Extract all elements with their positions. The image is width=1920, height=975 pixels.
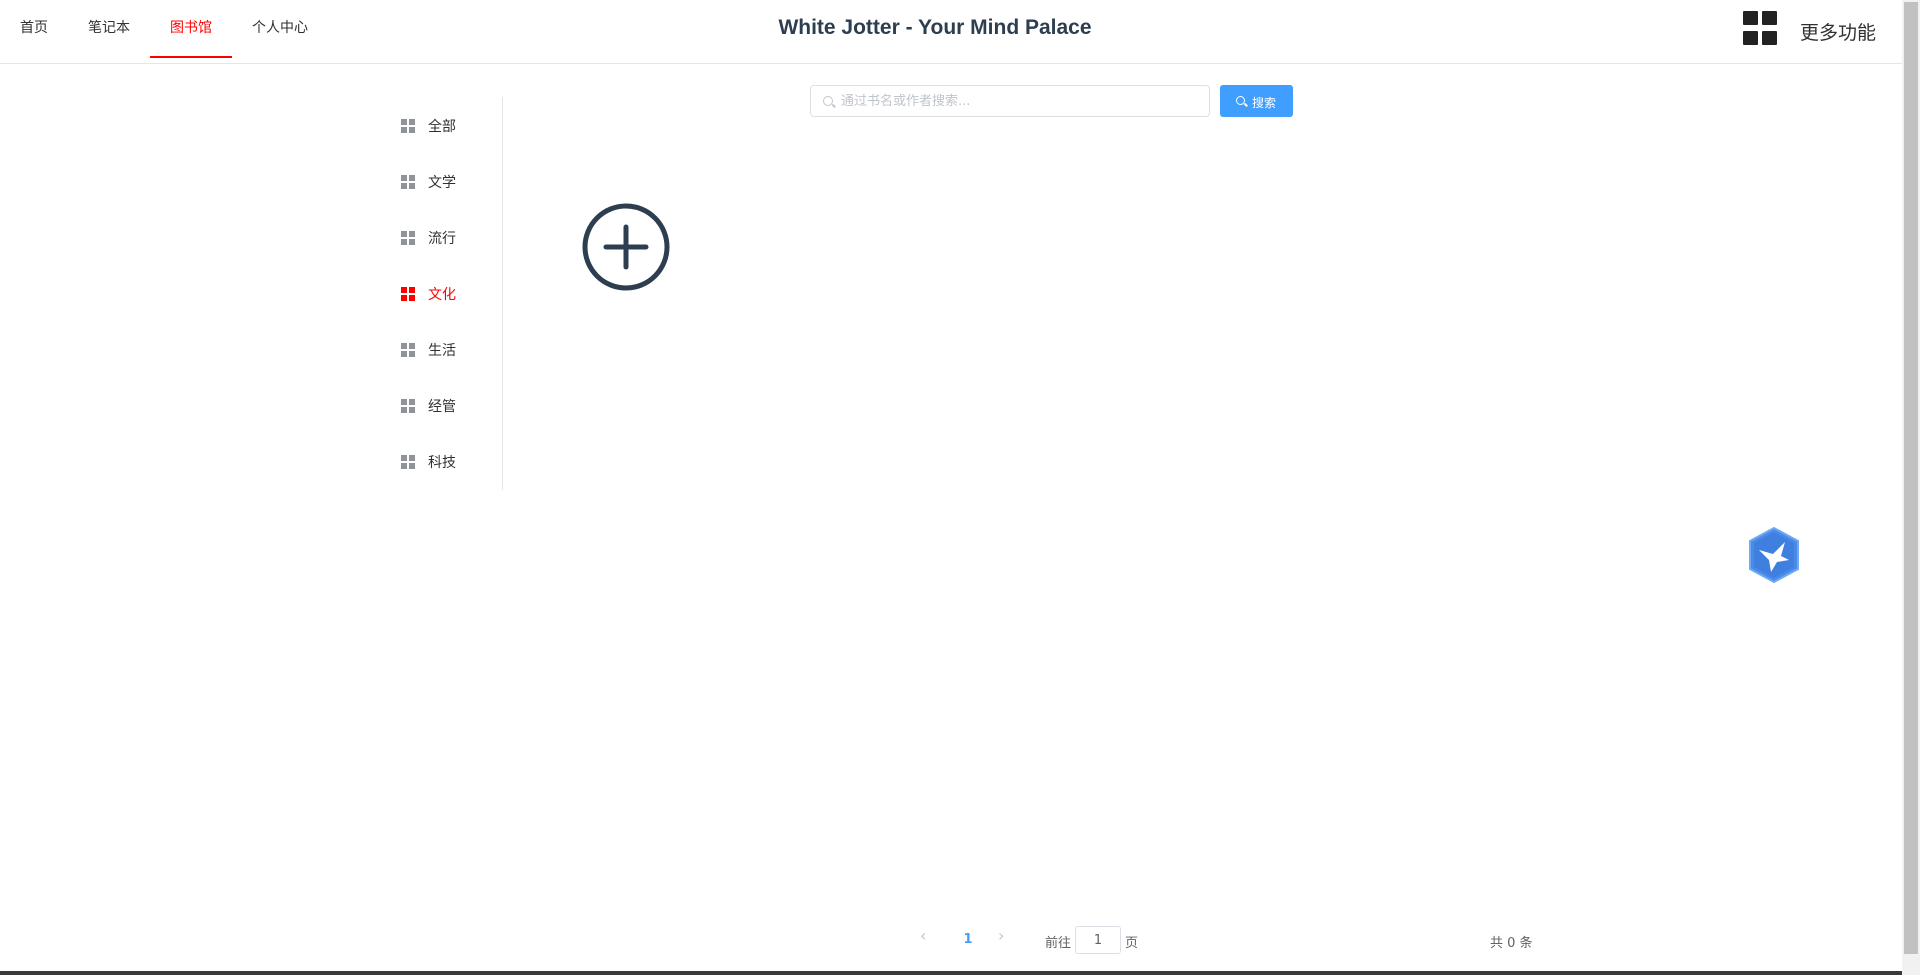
search-box — [810, 85, 1210, 117]
bottom-edge — [0, 971, 1902, 975]
category-item-all[interactable]: 全部 — [382, 97, 502, 153]
next-page-button[interactable]: › — [998, 926, 1018, 954]
category-label: 流行 — [428, 231, 456, 247]
category-label: 文化 — [428, 287, 456, 303]
nav-item-notebook[interactable]: 笔记本 — [68, 0, 150, 58]
goto-label: 前往 — [1045, 936, 1072, 951]
page-number-button[interactable]: 1 — [960, 932, 976, 960]
category-item-business[interactable]: 经管 — [382, 377, 502, 433]
category-item-tech[interactable]: 科技 — [382, 433, 502, 489]
category-label: 文学 — [428, 175, 456, 191]
site-title: White Jotter - Your Mind Palace — [778, 16, 1092, 39]
category-label: 科技 — [428, 455, 456, 471]
search-input[interactable] — [841, 86, 1201, 116]
menu-grid-icon — [401, 119, 415, 133]
goto-page-input[interactable] — [1075, 926, 1121, 954]
total-count: 共 0 条 — [1490, 936, 1533, 951]
menu-grid-icon — [401, 399, 415, 413]
menu-grid-icon — [401, 175, 415, 189]
category-item-popular[interactable]: 流行 — [382, 209, 502, 265]
plus-circle-icon — [582, 203, 670, 291]
nav-item-home[interactable]: 首页 — [0, 0, 68, 58]
menu-grid-icon — [401, 343, 415, 357]
search-icon — [823, 96, 833, 106]
search-icon — [1236, 96, 1245, 105]
category-item-culture[interactable]: 文化 — [382, 265, 502, 321]
more-features-link[interactable]: 更多功能 — [1800, 18, 1876, 45]
page: 首页 笔记本 图书馆 个人中心 White Jotter - Your Mind… — [0, 0, 1920, 975]
search-button-label: 搜索 — [1252, 96, 1277, 110]
grid-icon[interactable] — [1743, 11, 1779, 46]
category-label: 经管 — [428, 399, 456, 415]
top-navbar: 首页 笔记本 图书馆 个人中心 White Jotter - Your Mind… — [0, 0, 1902, 64]
category-menu: 全部 文学 流行 文化 生活 经管 科技 — [382, 97, 503, 490]
search-button[interactable]: 搜索 — [1220, 85, 1293, 117]
menu-grid-icon — [401, 231, 415, 245]
category-item-life[interactable]: 生活 — [382, 321, 502, 377]
category-item-literature[interactable]: 文学 — [382, 153, 502, 209]
scrollbar-thumb[interactable] — [1904, 2, 1918, 954]
nav-item-profile[interactable]: 个人中心 — [232, 0, 328, 58]
bird-icon[interactable] — [1747, 526, 1801, 584]
vertical-scrollbar[interactable] — [1902, 0, 1920, 975]
category-label: 全部 — [428, 119, 456, 135]
category-label: 生活 — [428, 343, 456, 359]
menu-grid-icon — [401, 287, 415, 301]
prev-page-button[interactable]: ‹ — [920, 926, 940, 954]
nav-item-library[interactable]: 图书馆 — [150, 0, 232, 58]
menu-grid-icon — [401, 455, 415, 469]
page-suffix-label: 页 — [1125, 936, 1139, 951]
add-book-button[interactable] — [581, 202, 671, 292]
